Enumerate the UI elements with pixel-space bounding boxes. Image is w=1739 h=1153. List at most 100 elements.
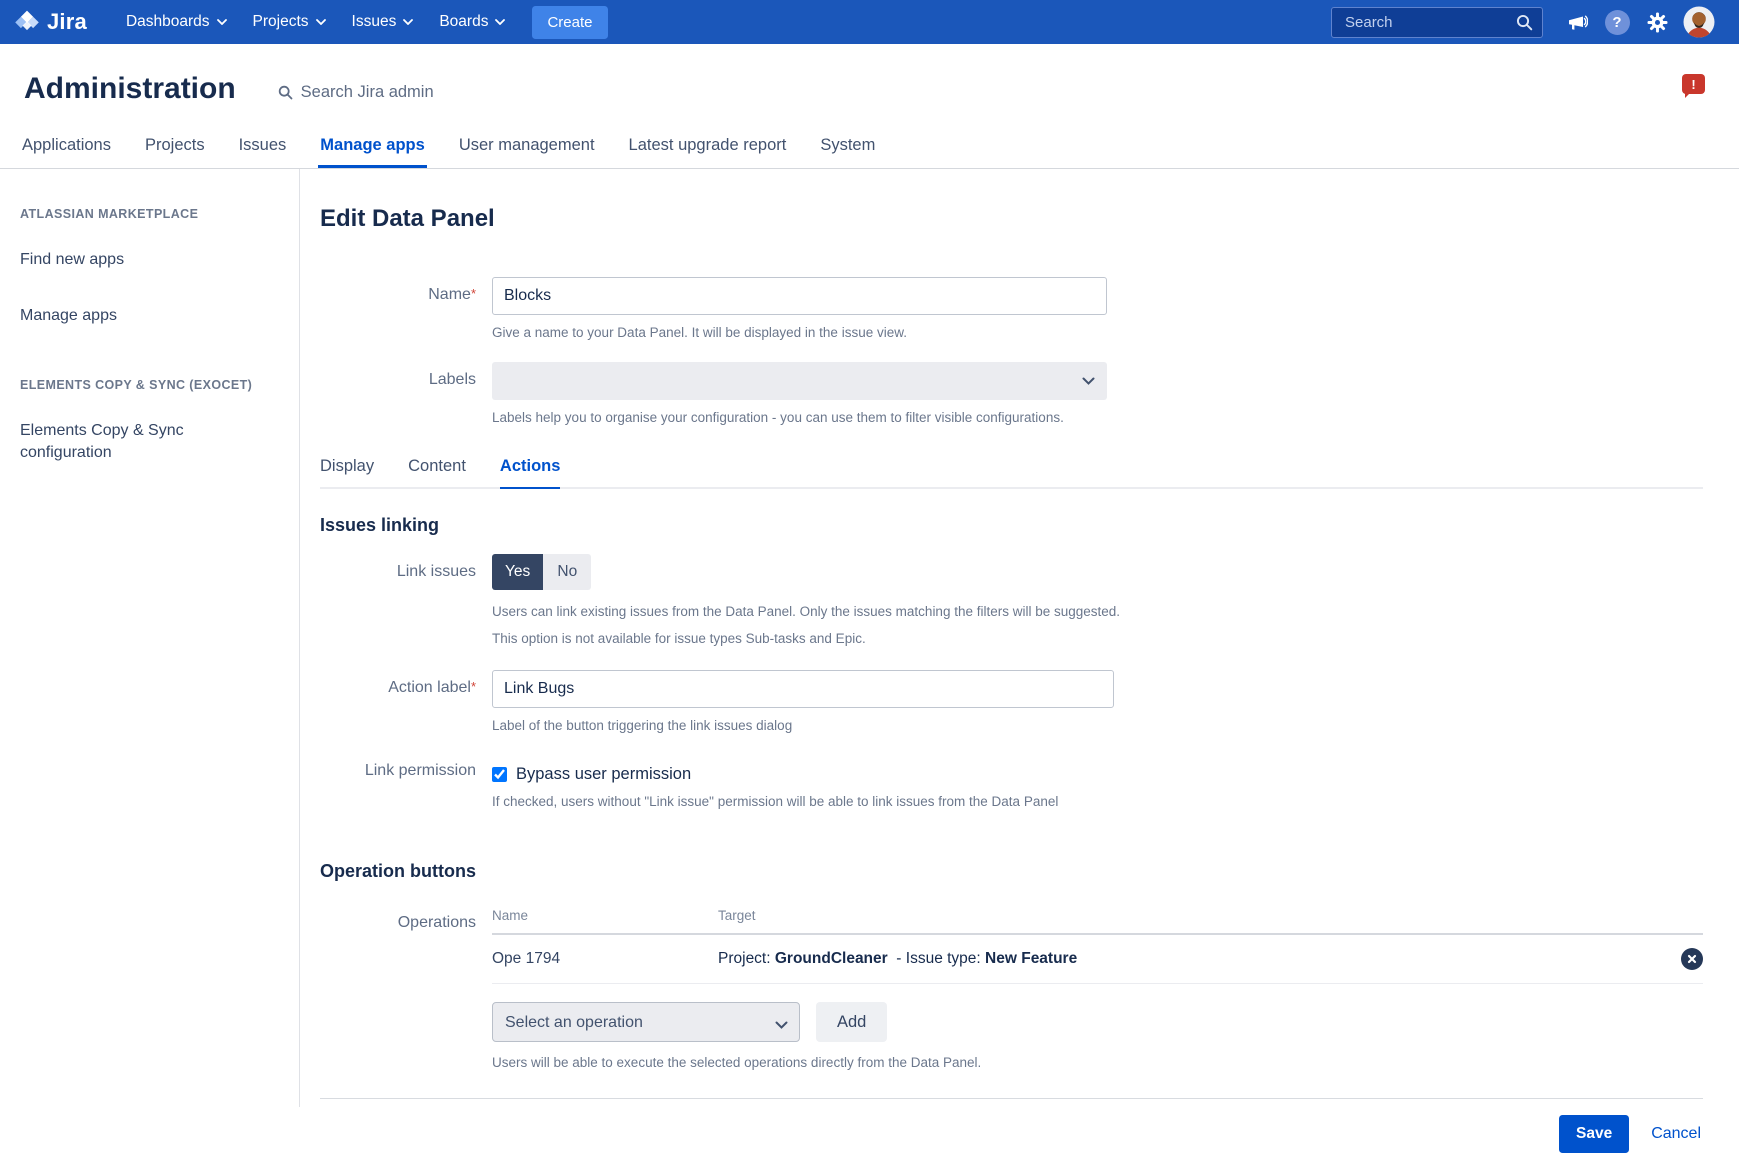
labels-field-row: Labels Labels help you to organise your … [320,362,1703,425]
table-row: Ope 1794 Project: GroundCleaner - Issue … [492,935,1703,984]
save-button[interactable]: Save [1559,1115,1629,1153]
action-label-help-text: Label of the button triggering the link … [492,718,1703,733]
navbar-search-input[interactable] [1343,13,1516,32]
feedback-button[interactable]: ! [1682,74,1705,94]
megaphone-icon [1567,13,1588,32]
chevron-down-icon [1082,377,1095,385]
required-asterisk: * [471,679,476,694]
tab-actions[interactable]: Actions [500,457,561,489]
nav-issues-menu[interactable]: Issues [339,0,427,44]
nav-projects-menu[interactable]: Projects [240,0,339,44]
issues-linking-heading: Issues linking [320,515,1703,536]
operations-help-text: Users will be able to execute the select… [492,1055,1703,1070]
sidebar-heading: ELEMENTS COPY & SYNC (EXOCET) [20,378,275,392]
search-icon [278,85,293,100]
link-issues-help-1: Users can link existing issues from the … [492,604,1703,619]
name-field-row: Name* Give a name to your Data Panel. It… [320,277,1703,340]
tab-latest-upgrade-report[interactable]: Latest upgrade report [627,130,789,168]
sidebar-section-marketplace: ATLASSIAN MARKETPLACE Find new apps Mana… [20,207,275,326]
navbar-search [1331,7,1543,38]
sidebar-item-elements-configuration[interactable]: Elements Copy & Sync configuration [20,420,240,463]
link-issues-no-button[interactable]: No [543,554,591,590]
link-issues-toggle: Yes No [492,554,591,590]
labels-label: Labels [320,362,492,425]
search-icon[interactable] [1516,14,1533,31]
operation-select[interactable]: Select an operation [492,1002,800,1042]
nav-item-label: Boards [439,13,488,31]
sidebar-item-find-new-apps[interactable]: Find new apps [20,249,240,271]
tab-issues[interactable]: Issues [237,130,289,168]
admin-header: Administration Search Jira admin ! [0,44,1739,106]
labels-help-text: Labels help you to organise your configu… [492,410,1703,425]
chevron-down-icon [495,19,505,25]
admin-search-label: Search Jira admin [301,83,434,102]
bypass-permission-checkbox[interactable] [492,767,507,782]
nav-boards-menu[interactable]: Boards [426,0,518,44]
tab-user-management[interactable]: User management [457,130,597,168]
column-header-name: Name [492,908,718,923]
nav-item-label: Projects [253,13,309,31]
tab-display[interactable]: Display [320,457,374,487]
announcements-button[interactable] [1557,0,1597,44]
link-issues-label: Link issues [320,554,492,646]
operations-label: Operations [320,900,492,1070]
sidebar: ATLASSIAN MARKETPLACE Find new apps Mana… [0,169,300,1107]
add-operation-button[interactable]: Add [816,1002,887,1042]
form-footer: Save Cancel [320,1099,1703,1153]
page-title: Administration [24,72,236,106]
required-asterisk: * [471,286,476,301]
gear-icon [1647,12,1668,33]
nav-item-label: Dashboards [126,13,210,31]
operation-name: Ope 1794 [492,950,718,968]
chevron-down-icon [316,19,326,25]
link-issues-row: Link issues Yes No Users can link existi… [320,554,1703,646]
tab-manage-apps[interactable]: Manage apps [318,130,427,168]
operations-table: Name Target Ope 1794 Project: GroundClea… [492,900,1703,1070]
link-issues-help-2: This option is not available for issue t… [492,631,1703,646]
labels-select[interactable] [492,362,1107,400]
action-label-input[interactable] [492,670,1114,708]
user-avatar[interactable] [1677,0,1721,44]
tab-applications[interactable]: Applications [20,130,113,168]
bypass-permission-checkbox-label[interactable]: Bypass user permission [516,765,691,784]
brand-label: Jira [47,9,87,35]
tab-projects[interactable]: Projects [143,130,207,168]
link-permission-row: Link permission Bypass user permission I… [320,759,1703,809]
action-label-row: Action label* Label of the button trigge… [320,670,1703,733]
feedback-icon: ! [1691,77,1695,92]
close-icon [1687,954,1697,964]
name-input[interactable] [492,277,1107,315]
action-label-label: Action label* [320,670,492,733]
operation-target: Project: GroundCleaner - Issue type: New… [718,950,1663,968]
target-project: GroundCleaner [775,950,888,967]
help-button[interactable]: ? [1597,0,1637,44]
chevron-down-icon [403,19,413,25]
edit-data-panel-title: Edit Data Panel [320,205,1703,233]
add-operation-row: Select an operation Add [492,1002,1703,1042]
create-button[interactable]: Create [532,6,607,39]
settings-button[interactable] [1637,0,1677,44]
operation-buttons-heading: Operation buttons [320,861,1703,882]
sidebar-heading: ATLASSIAN MARKETPLACE [20,207,275,221]
chevron-down-icon [217,19,227,25]
jira-home-link[interactable]: Jira [14,9,87,35]
nav-dashboards-menu[interactable]: Dashboards [113,0,240,44]
column-header-target: Target [718,908,1663,923]
link-issues-yes-button[interactable]: Yes [492,554,543,590]
tab-system[interactable]: System [818,130,877,168]
link-permission-label: Link permission [320,759,492,809]
top-navbar: Jira Dashboards Projects Issues Boards C… [0,0,1739,44]
operations-table-header: Name Target [492,900,1703,935]
sidebar-item-manage-apps[interactable]: Manage apps [20,305,240,327]
cancel-link[interactable]: Cancel [1651,1125,1701,1143]
content-panel: Edit Data Panel Name* Give a name to you… [300,169,1739,1107]
sidebar-section-exocet: ELEMENTS COPY & SYNC (EXOCET) Elements C… [20,378,275,463]
operations-row: Operations Name Target Ope 1794 Project:… [320,900,1703,1070]
delete-operation-button[interactable] [1681,948,1703,970]
main-layout: ATLASSIAN MARKETPLACE Find new apps Mana… [0,169,1739,1107]
panel-tab-bar: Display Content Actions [320,457,1703,489]
tab-content[interactable]: Content [408,457,466,487]
target-issue-type: New Feature [985,950,1077,967]
help-icon: ? [1605,10,1630,35]
admin-search[interactable]: Search Jira admin [278,77,434,102]
